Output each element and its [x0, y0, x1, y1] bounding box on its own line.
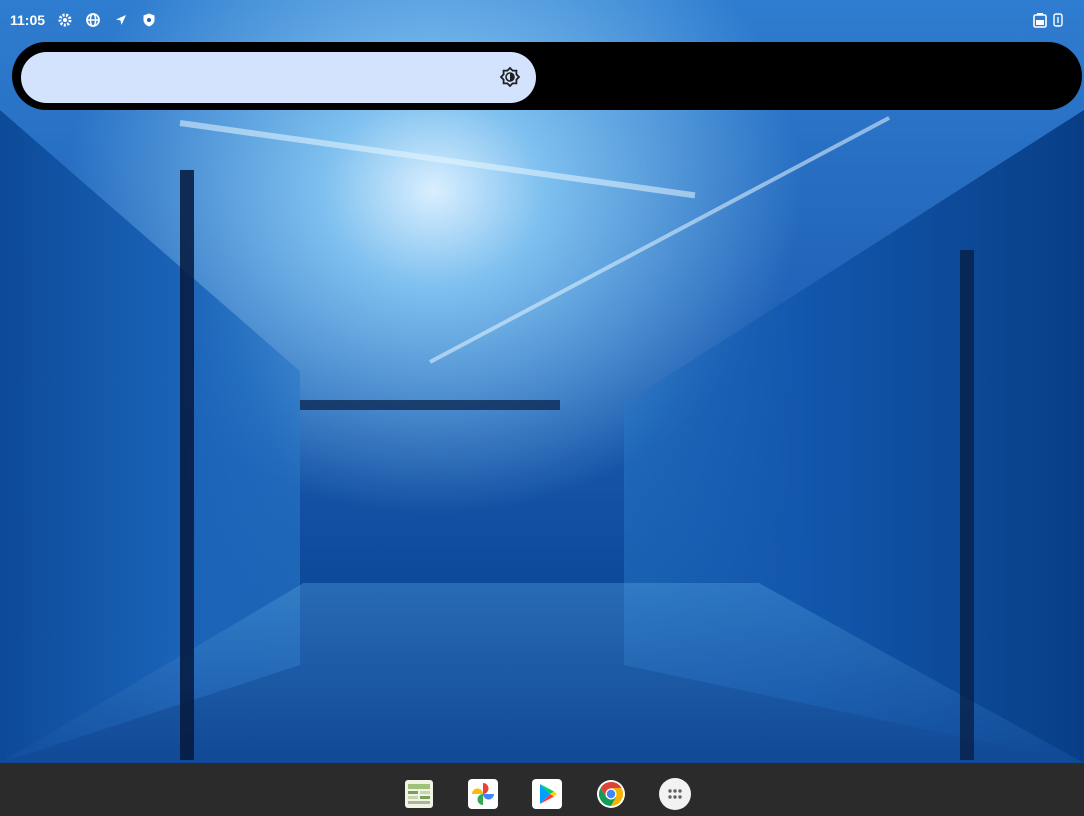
- sim-icon: [1052, 12, 1068, 28]
- play-store-icon[interactable]: [530, 777, 564, 811]
- wallpaper-dark-beam: [300, 400, 560, 410]
- vpn-globe-icon: [85, 12, 101, 28]
- settings-icon: [57, 12, 73, 28]
- status-time: 11:05: [10, 12, 46, 28]
- brightness-icon[interactable]: [499, 66, 521, 88]
- wallpaper-dark-pillar: [960, 250, 974, 760]
- shield-icon: [141, 12, 157, 28]
- wallpaper-light-beam: [179, 120, 696, 199]
- brightness-slider[interactable]: [21, 52, 536, 103]
- location-arrow-icon: [113, 12, 129, 28]
- chrome-icon[interactable]: [594, 777, 628, 811]
- status-left-group: 11:05: [10, 12, 157, 28]
- status-right-group: [1033, 12, 1068, 28]
- app-drawer-icon[interactable]: [658, 777, 692, 811]
- spreadsheet-app-icon[interactable]: [402, 777, 436, 811]
- status-bar: 11:05: [0, 0, 1084, 40]
- wallpaper: [0, 0, 1084, 763]
- google-photos-icon[interactable]: [466, 777, 500, 811]
- wallpaper-dark-pillar: [180, 170, 194, 760]
- battery-icon: [1033, 12, 1049, 28]
